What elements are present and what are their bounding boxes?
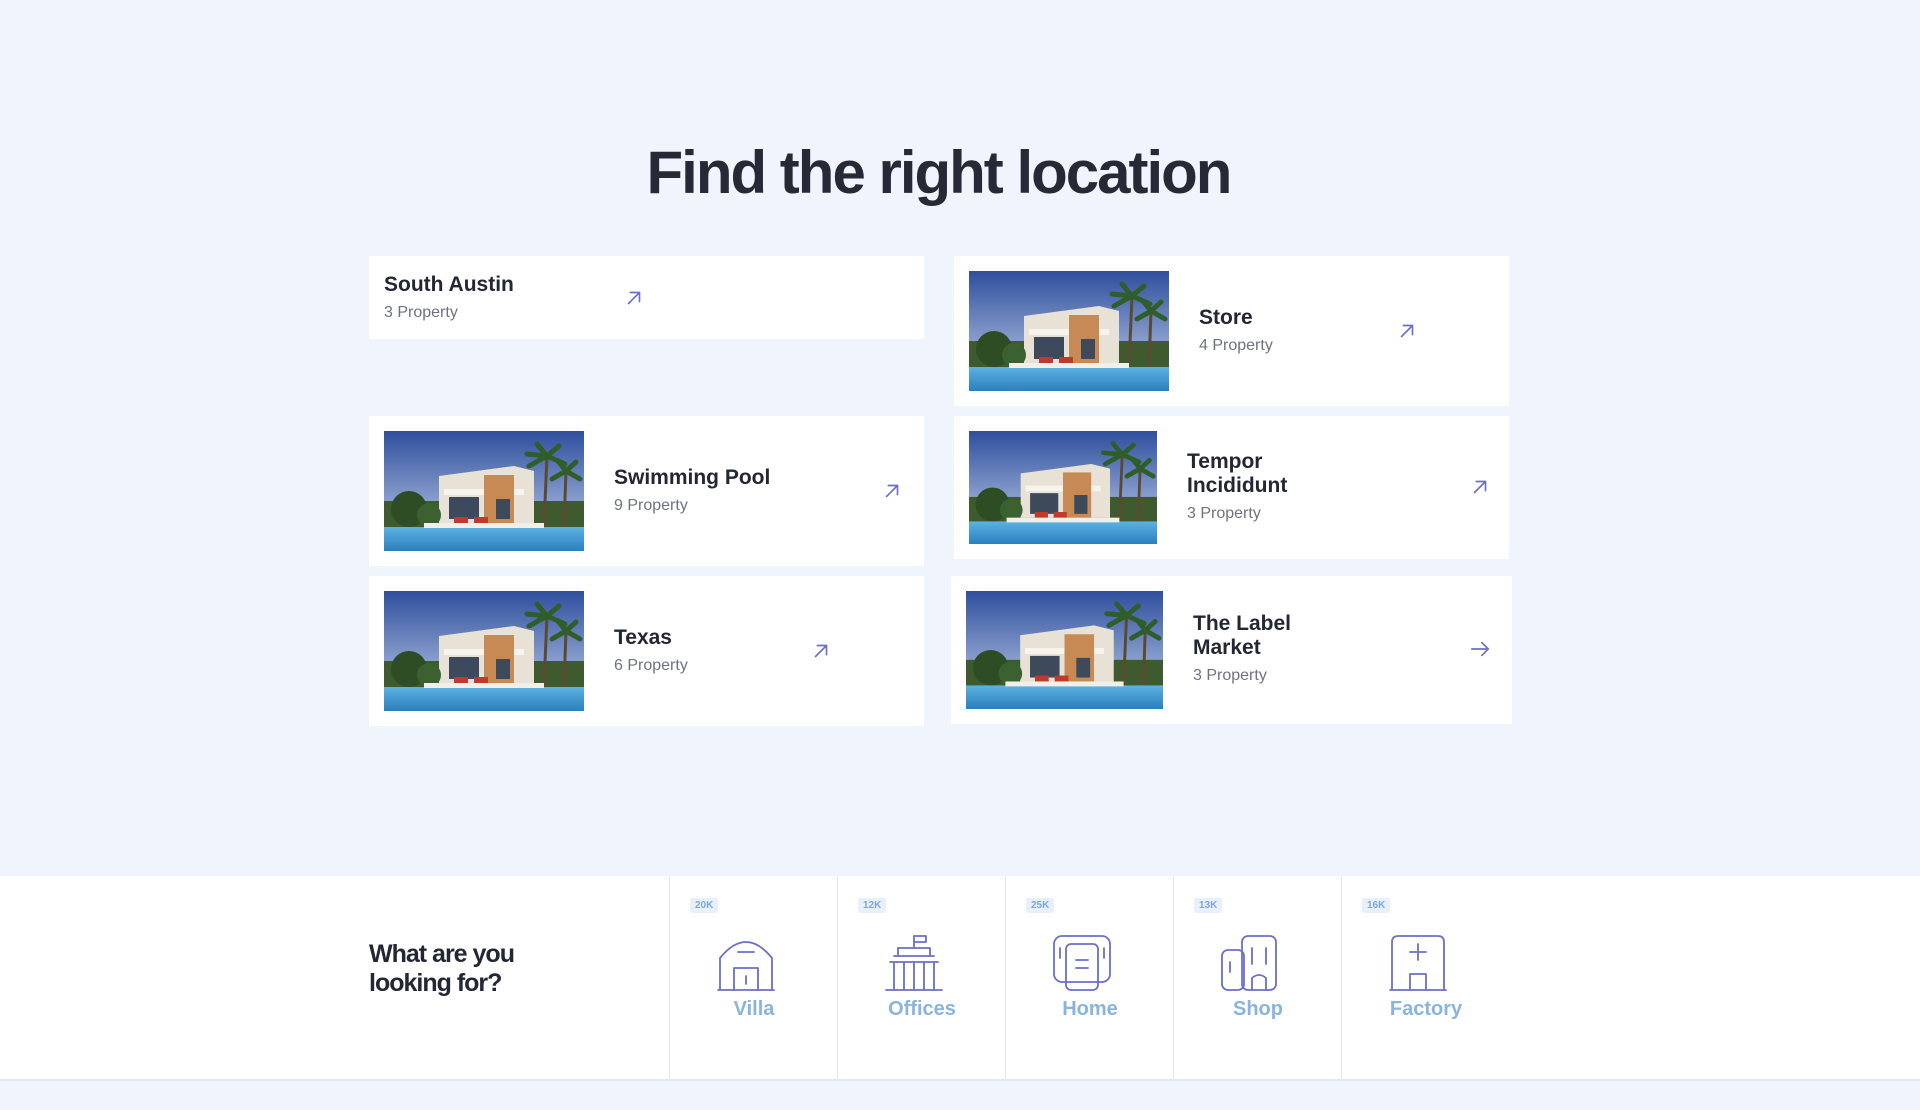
category-section: What are you looking for? 20K Villa 12K (0, 876, 1920, 1081)
category-villa[interactable]: 20K Villa (669, 876, 837, 1081)
location-count: 4 Property (1199, 337, 1273, 354)
location-card-the-label-market[interactable]: The Label Market 3 Property (951, 576, 1512, 724)
location-count: 3 Property (1187, 505, 1261, 522)
arrow-up-right-icon[interactable] (1396, 320, 1418, 342)
arrow-up-right-icon[interactable] (623, 287, 645, 309)
location-count: 6 Property (614, 657, 688, 674)
arrow-up-right-icon[interactable] (881, 480, 903, 502)
category-section-title: What are you looking for? (369, 940, 515, 997)
location-title: Tempor Incididunt (1187, 450, 1288, 497)
category-label: Home (1062, 998, 1118, 1020)
category-count-badge: 25K (1026, 898, 1055, 913)
factory-icon (1388, 932, 1448, 992)
property-image (384, 431, 584, 551)
arrow-right-icon[interactable] (1469, 638, 1491, 660)
location-card-tempor-incididunt[interactable]: Tempor Incididunt 3 Property (954, 416, 1509, 559)
location-title: The Label Market (1193, 612, 1292, 659)
property-image (969, 271, 1169, 391)
arrow-up-right-icon[interactable] (810, 640, 832, 662)
arrow-up-right-icon[interactable] (1469, 476, 1491, 498)
villa-icon (716, 932, 776, 992)
category-home[interactable]: 25K Home (1005, 876, 1173, 1081)
location-title: Texas (614, 626, 672, 649)
category-label: Offices (888, 998, 956, 1020)
location-title: Swimming Pool (614, 466, 771, 489)
location-card-store[interactable]: Store 4 Property (954, 256, 1509, 406)
category-shop[interactable]: 13K Shop (1173, 876, 1341, 1081)
category-label: Shop (1233, 998, 1283, 1020)
category-label: Factory (1389, 998, 1463, 1020)
category-offices[interactable]: 12K Offices (837, 876, 1005, 1081)
location-card-swimming-pool[interactable]: Swimming Pool 9 Property (369, 416, 924, 566)
office-building-icon (884, 932, 944, 992)
location-count: 9 Property (614, 497, 688, 514)
location-card-south-austin[interactable]: South Austin 3 Property (369, 256, 924, 339)
home-icon (1052, 932, 1112, 992)
category-label: Villa (733, 998, 775, 1020)
category-count-badge: 16K (1362, 898, 1391, 913)
category-factory[interactable]: 16K Factory (1341, 876, 1509, 1081)
location-title: South Austin (384, 273, 514, 296)
location-count: 3 Property (1193, 667, 1267, 684)
category-count-badge: 20K (690, 898, 719, 913)
location-card-texas[interactable]: Texas 6 Property (369, 576, 924, 726)
property-image (384, 591, 584, 711)
page-title: Find the right location (646, 139, 1233, 206)
shop-icon (1220, 932, 1280, 992)
location-title: Store (1199, 306, 1253, 329)
location-count: 3 Property (384, 304, 458, 321)
property-image (969, 431, 1157, 544)
category-count-badge: 13K (1194, 898, 1223, 913)
property-image (966, 591, 1163, 709)
category-count-badge: 12K (858, 898, 887, 913)
